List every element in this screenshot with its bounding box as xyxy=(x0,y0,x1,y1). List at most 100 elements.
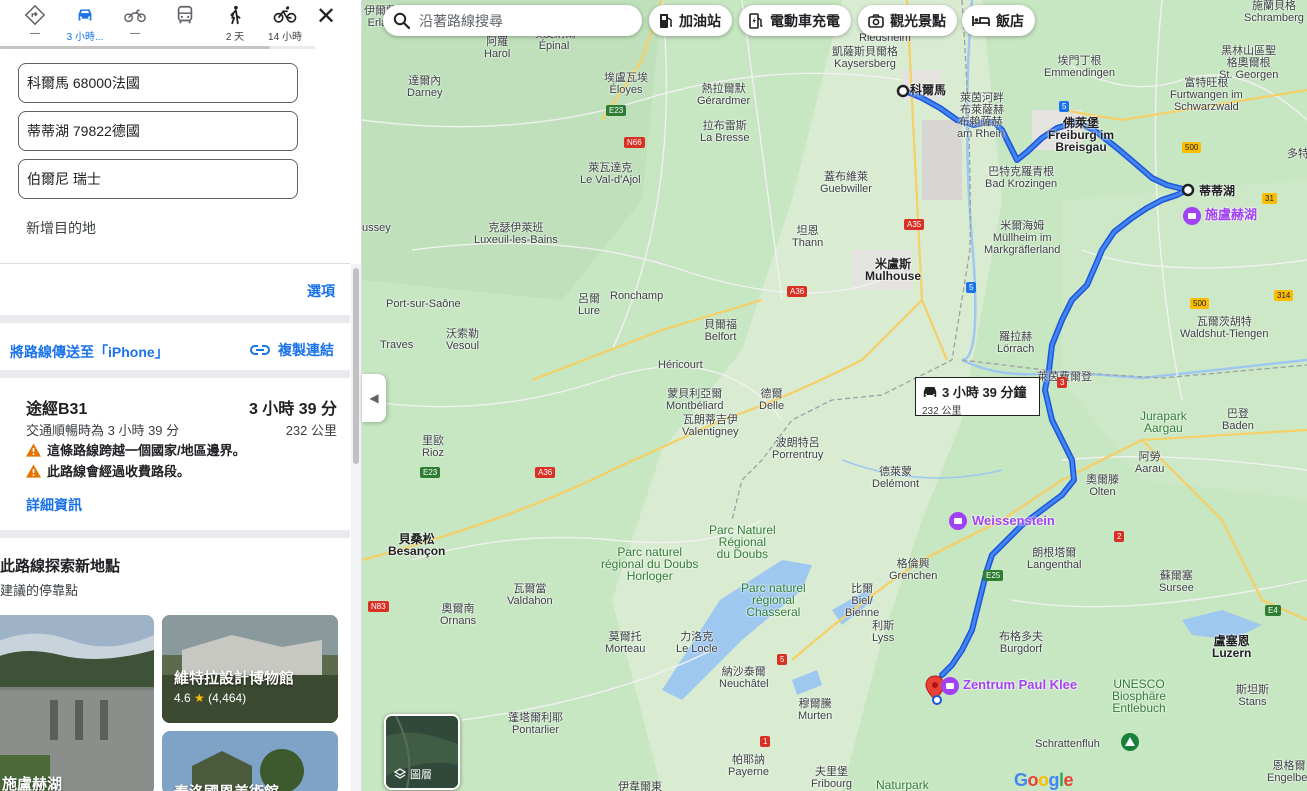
map-label: 夫里堡 Fribourg xyxy=(811,766,852,790)
mode-motorcycle[interactable]: — xyxy=(113,2,157,44)
route-search-bar[interactable]: 沿著路線搜尋 xyxy=(383,5,642,36)
bus-icon xyxy=(177,5,193,24)
add-destination-button[interactable]: 新增目的地 xyxy=(26,218,96,238)
map-label: 德爾 Delle xyxy=(759,388,785,412)
mode-walk[interactable]: 2 天 xyxy=(213,2,257,44)
section-divider xyxy=(0,530,350,538)
map-label: Traves xyxy=(380,339,414,351)
map-label: 朗根塔爾 Langenthal xyxy=(1027,547,1082,571)
road-shield: A36 xyxy=(787,286,808,297)
mode-transit[interactable] xyxy=(163,2,207,44)
map-label: 德萊蒙 Delémont xyxy=(872,466,920,490)
collapse-panel-button[interactable]: ◀ xyxy=(362,374,386,422)
road-shield: N83 xyxy=(368,601,389,612)
mode-walk-label: 2 天 xyxy=(225,32,245,43)
waypoint-destination-input[interactable]: 伯爾尼 瑞士 xyxy=(18,159,298,199)
road-shield: E23 xyxy=(606,105,627,116)
copy-link-button[interactable]: 複製連結 xyxy=(250,340,334,360)
explore-card-lake[interactable]: 施盧赫湖 xyxy=(0,615,154,791)
poi-label[interactable]: 施盧赫湖 xyxy=(1205,208,1257,221)
map-label: 蓬塔爾利耶 Pontarlier xyxy=(508,712,563,736)
map-label: 米爾海姆 Müllheim im Markgräflerland xyxy=(984,220,1061,256)
map-label: 多特 xyxy=(1287,148,1307,160)
mode-drive[interactable]: 3 小時... xyxy=(63,2,107,44)
warning-text: 此路線會經過收費路段。 xyxy=(47,464,191,479)
chip-hotels[interactable]: 飯店 xyxy=(962,5,1035,36)
camera-icon xyxy=(868,13,884,28)
copy-link-label: 複製連結 xyxy=(278,342,334,358)
map-label: 阿羅 Harol xyxy=(484,36,511,60)
road-shield: E25 xyxy=(983,570,1004,581)
chip-gas-station[interactable]: 加油站 xyxy=(649,5,732,36)
mode-bike-label: 14 小時 xyxy=(268,32,302,43)
card-title: 維特拉設計博物館 xyxy=(174,670,295,687)
map-label: 阿勞 Aarau xyxy=(1135,451,1165,475)
mode-tab-scroll[interactable] xyxy=(0,46,315,49)
map-label: 伊韋爾東Yverdon xyxy=(618,781,662,791)
map-label: 帕耶訥 Payerne xyxy=(728,754,769,778)
options-button[interactable]: 選項 xyxy=(307,281,335,301)
close-directions-button[interactable]: ✕ xyxy=(312,4,340,32)
directions-panel: — 3 小時... — 2 天 14 小時 ✕ 科爾馬 68000法國 蒂蒂湖 … xyxy=(0,0,362,791)
map-label: 坦恩 Thann xyxy=(792,225,824,249)
layers-text: 圖層 xyxy=(410,769,432,781)
map-label: Ronchamp xyxy=(610,290,664,302)
poi-label[interactable]: Weissenstein xyxy=(972,514,1055,527)
divider xyxy=(0,263,350,264)
waypoint-2-input[interactable]: 蒂蒂湖 79822德國 xyxy=(18,111,298,151)
map-label: ussey xyxy=(362,222,391,234)
mode-best[interactable]: — xyxy=(13,2,57,44)
road-shield: N66 xyxy=(624,137,645,148)
poi-label[interactable]: Zentrum Paul Klee xyxy=(963,678,1077,691)
mode-best-label: — xyxy=(30,28,40,39)
route-details-link[interactable]: 詳細資訊 xyxy=(26,495,82,515)
map-label: 莫爾托 Morteau xyxy=(605,631,646,655)
gas-station-icon xyxy=(660,13,672,28)
road-shield: 500 xyxy=(1190,298,1210,309)
car-icon xyxy=(923,387,937,397)
map-label: 比爾 Biel/Bienne xyxy=(845,583,880,619)
google-logo: Google xyxy=(1014,770,1074,790)
explore-card-gallery[interactable]: 泰洛國恩美術館 xyxy=(162,731,338,791)
map-base xyxy=(362,0,1307,791)
map-label: 蘇爾塞 Sursee xyxy=(1159,570,1194,594)
explore-subtitle: 建議的停靠點 xyxy=(0,583,79,598)
waypoint-label-titisee[interactable]: 蒂蒂湖 xyxy=(1199,185,1235,197)
map-label: 布格多夫 Burgdorf xyxy=(999,631,1043,655)
dam-photo xyxy=(0,615,154,791)
chip-label: 觀光景點 xyxy=(890,12,946,29)
map-label-park: Parc Naturel Régional du Doubs xyxy=(709,523,776,561)
link-icon xyxy=(250,345,270,355)
chip-attractions[interactable]: 觀光景點 xyxy=(858,5,957,36)
map-label: Schrattenfluh xyxy=(1035,738,1100,750)
map-label: 力洛克 Le Locle xyxy=(676,631,718,655)
warning-icon xyxy=(26,442,41,457)
bicycle-icon xyxy=(273,6,297,23)
maps-app: — 3 小時... — 2 天 14 小時 ✕ 科爾馬 68000法國 蒂蒂湖 … xyxy=(0,0,1307,791)
map-label: 拉布雷斯 La Bresse xyxy=(700,120,750,144)
explore-card-vitra[interactable]: 維特拉設計博物館 4.6 ★ (4,464) xyxy=(162,615,338,723)
chip-label: 飯店 xyxy=(996,12,1024,29)
route-traffic-note: 交通順暢時為 3 小時 39 分 xyxy=(26,423,180,438)
map-label: 納沙泰爾 Neuchâtel xyxy=(719,666,769,690)
chip-ev-charging[interactable]: 電動車充電 xyxy=(739,5,851,36)
mode-bike[interactable]: 14 小時 xyxy=(263,2,307,44)
map-label: 巴特克羅青根 Bad Krozingen xyxy=(985,166,1058,190)
car-icon xyxy=(78,9,92,21)
map-canvas[interactable]: 伊爾蘭Erlan 埃皮納爾Épinal 阿羅Harol 達爾內Darney 埃盧… xyxy=(362,0,1307,791)
map-label: 奧爾滕 Olten xyxy=(1086,474,1119,498)
card-title: 施盧赫湖 xyxy=(2,776,63,791)
send-to-phone-button[interactable]: 將路線傳送至「iPhone」 xyxy=(10,342,169,362)
panel-scrollbar-thumb[interactable] xyxy=(353,268,359,464)
walk-icon xyxy=(230,5,241,25)
warning-text: 這條路線跨越一個國家/地區邊界。 xyxy=(47,443,246,458)
layers-button[interactable]: 圖層 xyxy=(384,714,460,790)
ev-charging-icon xyxy=(749,12,763,29)
map-label-park: Parc naturel régional du Doubs Horloger xyxy=(601,545,699,583)
road-shield: A36 xyxy=(535,467,556,478)
waypoint-label-colmar[interactable]: 科爾馬 xyxy=(910,84,946,96)
route-via[interactable]: 途經B31 xyxy=(26,395,87,419)
road-shield: 500 xyxy=(1182,142,1202,153)
route-duration-callout[interactable]: 3 小時 39 分鐘 232 公里 xyxy=(915,377,1040,417)
waypoint-start-input[interactable]: 科爾馬 68000法國 xyxy=(18,63,298,103)
